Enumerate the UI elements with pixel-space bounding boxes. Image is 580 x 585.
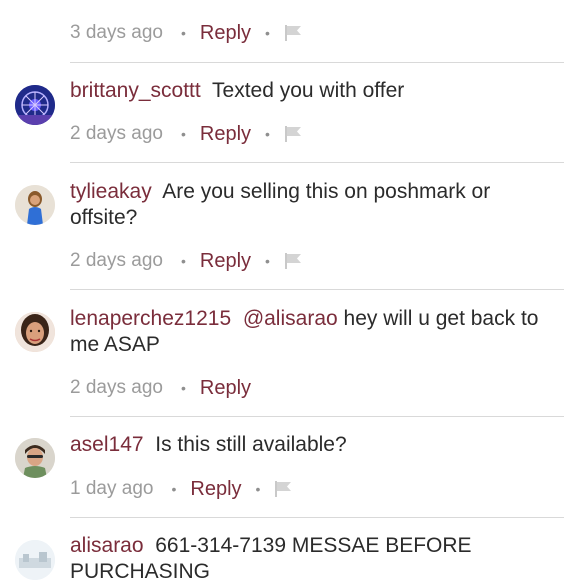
avatar[interactable] — [15, 85, 55, 125]
comment-text: lenaperchez1215 @alisarao hey will u get… — [70, 306, 550, 358]
dot-separator: • — [255, 481, 261, 497]
comment-meta: 2 days ago • Reply • — [70, 248, 304, 274]
divider — [70, 162, 564, 163]
comment-username[interactable]: lenaperchez1215 — [70, 307, 231, 330]
dot-separator: • — [171, 481, 177, 497]
comment-text: tylieakay Are you selling this on poshma… — [70, 179, 550, 231]
comment-time: 2 days ago — [70, 250, 163, 271]
comment-meta: 3 days ago • Reply • — [70, 20, 304, 46]
flag-icon[interactable] — [284, 24, 304, 42]
dot-separator: • — [265, 126, 270, 142]
dot-separator: • — [265, 253, 270, 269]
comment-username[interactable]: alisarao — [70, 534, 144, 557]
avatar-image — [15, 85, 55, 125]
divider — [70, 416, 564, 417]
avatar-image — [15, 438, 55, 478]
dot-separator: • — [180, 25, 186, 41]
divider — [70, 62, 564, 63]
comment-body: Texted you with offer — [212, 79, 405, 102]
avatar[interactable] — [15, 540, 55, 580]
comment-time: 3 days ago — [70, 22, 163, 43]
comment-text: alisarao 661-314-7139 MESSAE BEFORE PURC… — [70, 533, 550, 585]
reply-button[interactable]: Reply — [200, 377, 251, 400]
comment-meta: 2 days ago • Reply — [70, 375, 251, 401]
comment-username[interactable]: asel147 — [70, 433, 144, 456]
comment-time: 1 day ago — [70, 478, 154, 499]
avatar[interactable] — [15, 185, 55, 225]
avatar[interactable] — [15, 438, 55, 478]
avatar-image — [15, 312, 55, 352]
dot-separator: • — [180, 253, 186, 269]
dot-separator: • — [180, 380, 186, 396]
avatar-image — [15, 540, 55, 580]
dot-separator: • — [265, 25, 270, 41]
reply-button[interactable]: Reply — [200, 123, 251, 146]
comment-mention[interactable]: @alisarao — [243, 307, 338, 330]
comment-meta: 1 day ago • Reply • — [70, 476, 294, 502]
comment-meta: 2 days ago • Reply • — [70, 121, 304, 147]
comment-time: 2 days ago — [70, 123, 163, 144]
avatar-image — [15, 185, 55, 225]
dot-separator: • — [180, 126, 186, 142]
comment-text: asel147 Is this still available? — [70, 432, 550, 458]
comment-body: Is this still available? — [155, 433, 347, 456]
comment-username[interactable]: brittany_scottt — [70, 79, 201, 102]
comment-time: 2 days ago — [70, 377, 163, 398]
comment-text: brittany_scottt Texted you with offer — [70, 78, 550, 104]
divider — [70, 289, 564, 290]
flag-icon[interactable] — [274, 480, 294, 498]
flag-icon[interactable] — [284, 125, 304, 143]
divider — [70, 517, 564, 518]
avatar[interactable] — [15, 312, 55, 352]
comment-username[interactable]: tylieakay — [70, 180, 152, 203]
reply-button[interactable]: Reply — [200, 250, 251, 273]
reply-button[interactable]: Reply — [190, 478, 241, 501]
flag-icon[interactable] — [284, 252, 304, 270]
reply-button[interactable]: Reply — [200, 22, 251, 45]
